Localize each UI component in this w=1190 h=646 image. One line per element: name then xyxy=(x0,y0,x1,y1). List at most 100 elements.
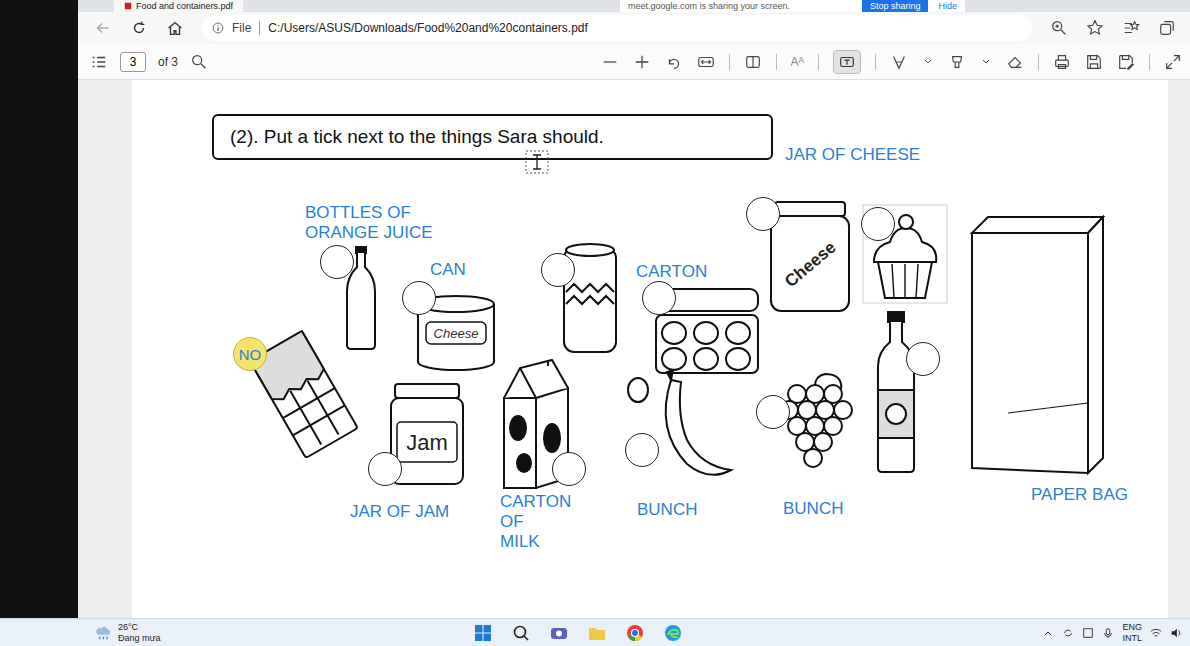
answer-circle[interactable] xyxy=(552,452,586,486)
favorites-icon[interactable] xyxy=(1122,19,1140,37)
address-field[interactable]: File C:/Users/ASUS/Downloads/Food%20and%… xyxy=(202,15,1032,41)
label-line: BOTTLES OF xyxy=(305,203,433,223)
label-line: OF xyxy=(500,512,571,532)
chrome-icon[interactable] xyxy=(625,623,645,643)
item-label: BOTTLES OFORANGE JUICE xyxy=(305,203,433,243)
stop-sharing-button[interactable]: Stop sharing xyxy=(862,0,929,12)
share-message: meet.google.com is sharing your screen. xyxy=(628,1,852,11)
answer-circle[interactable] xyxy=(320,245,354,279)
url-scheme: File xyxy=(232,21,260,35)
home-icon[interactable] xyxy=(166,19,184,37)
answer-circle[interactable] xyxy=(625,433,659,467)
draw-icon[interactable] xyxy=(890,53,908,71)
language-code: ENG xyxy=(1122,622,1142,633)
document-area: (2). Put a tick next to the things Sara … xyxy=(78,80,1190,618)
pdf-page: (2). Put a tick next to the things Sara … xyxy=(132,80,1168,618)
fit-width-icon[interactable] xyxy=(697,53,715,71)
item-label: JAR OF JAM xyxy=(350,502,449,522)
label-line: MILK xyxy=(500,532,571,552)
answer-circle[interactable] xyxy=(402,281,436,315)
grapes-icon xyxy=(775,370,860,485)
search-icon[interactable] xyxy=(190,53,208,71)
label-line: ORANGE JUICE xyxy=(305,223,433,243)
label-line: BUNCH xyxy=(637,500,697,520)
browser-window: Food and containers.pdf File C:/Users/AS… xyxy=(78,0,1190,618)
item-label: CARTONOFMILK xyxy=(500,492,571,552)
label-line: CAN xyxy=(430,260,466,280)
text-view-button[interactable]: Aᴬ xyxy=(791,55,804,69)
keyboard-layout: INTL xyxy=(1122,633,1142,644)
desktop-edge xyxy=(0,0,78,618)
hide-button[interactable]: Hide xyxy=(938,1,957,11)
sync-icon[interactable] xyxy=(1062,627,1074,639)
temperature: 26°C xyxy=(118,622,161,633)
file-explorer-icon[interactable] xyxy=(587,623,607,643)
text-cursor-icon xyxy=(523,148,551,176)
answer-circle[interactable] xyxy=(756,395,790,429)
windows-start-icon[interactable] xyxy=(473,623,493,643)
save-as-icon[interactable] xyxy=(1117,53,1135,71)
search-icon[interactable] xyxy=(511,623,531,643)
answer-circle[interactable] xyxy=(541,253,575,287)
taskbar: 26°C Đang mưa ENG INTL xyxy=(0,618,1190,646)
exercise-title: (2). Put a tick next to the things Sara … xyxy=(212,114,773,160)
chevron-icon[interactable] xyxy=(980,56,992,68)
favorite-star-icon[interactable] xyxy=(1086,19,1104,37)
read-aloud-button[interactable] xyxy=(833,50,861,74)
svg-text:Jam: Jam xyxy=(406,430,448,455)
item-label: BUNCH xyxy=(783,499,843,519)
weather-widget[interactable]: 26°C Đang mưa xyxy=(94,622,294,644)
print-icon[interactable] xyxy=(1053,53,1071,71)
refresh-icon[interactable] xyxy=(130,19,148,37)
rain-cloud-icon xyxy=(94,624,112,642)
wifi-icon[interactable] xyxy=(1150,627,1162,639)
soda-bottle-icon xyxy=(872,310,920,477)
answer-circle[interactable] xyxy=(642,281,676,315)
info-icon xyxy=(212,22,224,34)
label-line: CARTON xyxy=(636,262,707,282)
input-language[interactable]: ENG INTL xyxy=(1122,622,1142,644)
item-label: CAN xyxy=(430,260,466,280)
collections-icon[interactable] xyxy=(1158,19,1176,37)
label-line: CARTON xyxy=(500,492,571,512)
show-hidden-icon[interactable] xyxy=(1042,627,1054,639)
soda-bottle-picture xyxy=(872,310,920,477)
read-aloud-icon xyxy=(838,53,856,71)
eraser-icon[interactable] xyxy=(1006,53,1024,71)
svg-text:Cheese: Cheese xyxy=(781,238,840,291)
answer-circle[interactable] xyxy=(861,207,895,241)
zoom-icon[interactable] xyxy=(1050,19,1068,37)
item-label: CARTON xyxy=(636,262,707,282)
speaker-icon[interactable] xyxy=(1170,627,1182,639)
pdf-toolbar: 3 of 3 Aᴬ xyxy=(78,44,1190,80)
chevron-icon[interactable] xyxy=(922,56,934,68)
svg-text:Cheese: Cheese xyxy=(434,326,479,341)
save-icon[interactable] xyxy=(1085,53,1103,71)
microphone-icon[interactable] xyxy=(1102,627,1114,639)
url-text: C:/Users/ASUS/Downloads/Food%20and%20con… xyxy=(268,21,588,35)
meet-icon[interactable] xyxy=(549,623,569,643)
highlight-icon[interactable] xyxy=(948,53,966,71)
browser-tab[interactable]: Food and containers.pdf xyxy=(114,0,243,12)
screen: Food and containers.pdf File C:/Users/AS… xyxy=(0,0,1190,646)
tablet-icon[interactable] xyxy=(1082,627,1094,639)
contents-icon[interactable] xyxy=(90,53,108,71)
answer-circle[interactable] xyxy=(746,197,780,231)
page-view-icon[interactable] xyxy=(744,53,762,71)
zoom-in-icon[interactable] xyxy=(633,53,651,71)
rotate-icon[interactable] xyxy=(665,53,683,71)
zoom-out-icon[interactable] xyxy=(601,53,619,71)
screen-share-banner: meet.google.com is sharing your screen. … xyxy=(620,0,965,12)
answer-circle[interactable]: NO xyxy=(233,337,267,371)
answer-circle[interactable] xyxy=(368,452,402,486)
edge-icon[interactable] xyxy=(663,623,683,643)
item-label: BUNCH xyxy=(637,500,697,520)
page-number-field[interactable]: 3 xyxy=(120,52,146,72)
grapes-picture xyxy=(775,370,860,485)
back-icon[interactable] xyxy=(94,19,112,37)
paper-bag-picture xyxy=(968,213,1107,477)
paper-bag-icon xyxy=(968,213,1107,477)
weather-condition: Đang mưa xyxy=(118,633,161,644)
fullscreen-icon[interactable] xyxy=(1164,53,1182,71)
answer-circle[interactable] xyxy=(906,342,940,376)
